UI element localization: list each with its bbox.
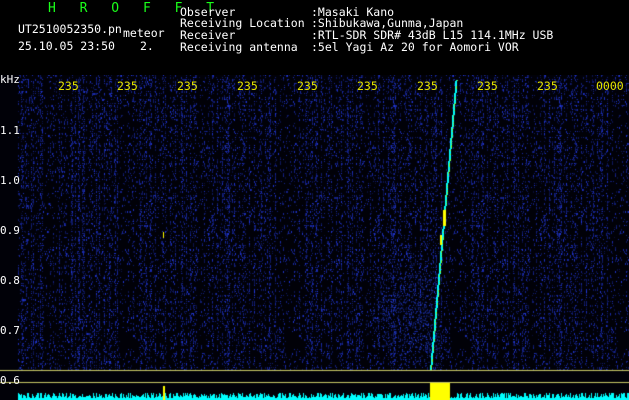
y-tick-label: 0.8: [0, 274, 20, 287]
y-tick-label: 0.9: [0, 224, 20, 237]
y-tick-label: 1.1: [0, 124, 20, 137]
time-label: 235: [297, 79, 318, 93]
y-tick-label: 0.6: [0, 374, 20, 387]
detection-count: 2.: [140, 39, 154, 53]
time-label: 235: [357, 79, 378, 93]
y-tick-label: 1.0: [0, 174, 20, 187]
info-label-antenna: Receiving antenna: [180, 40, 298, 54]
time-label: 235: [477, 79, 498, 93]
spectrogram-canvas: [0, 75, 629, 400]
time-label: 235: [177, 79, 198, 93]
time-label: 235: [417, 79, 438, 93]
y-tick-label: 0.7: [0, 324, 20, 337]
event-tag: meteor: [123, 26, 165, 40]
time-label: 235: [237, 79, 258, 93]
info-value-antenna: :5el Yagi Az 20 for Aomori VOR: [311, 40, 519, 54]
file-name: UT2510052350.pn: [18, 22, 122, 36]
date-time: 25.10.05 23:50: [18, 39, 115, 53]
time-label: 235: [58, 79, 79, 93]
y-axis-unit: kHz: [0, 73, 20, 86]
time-label: 235: [117, 79, 138, 93]
time-label: 0000: [596, 79, 624, 93]
time-label: 235: [537, 79, 558, 93]
